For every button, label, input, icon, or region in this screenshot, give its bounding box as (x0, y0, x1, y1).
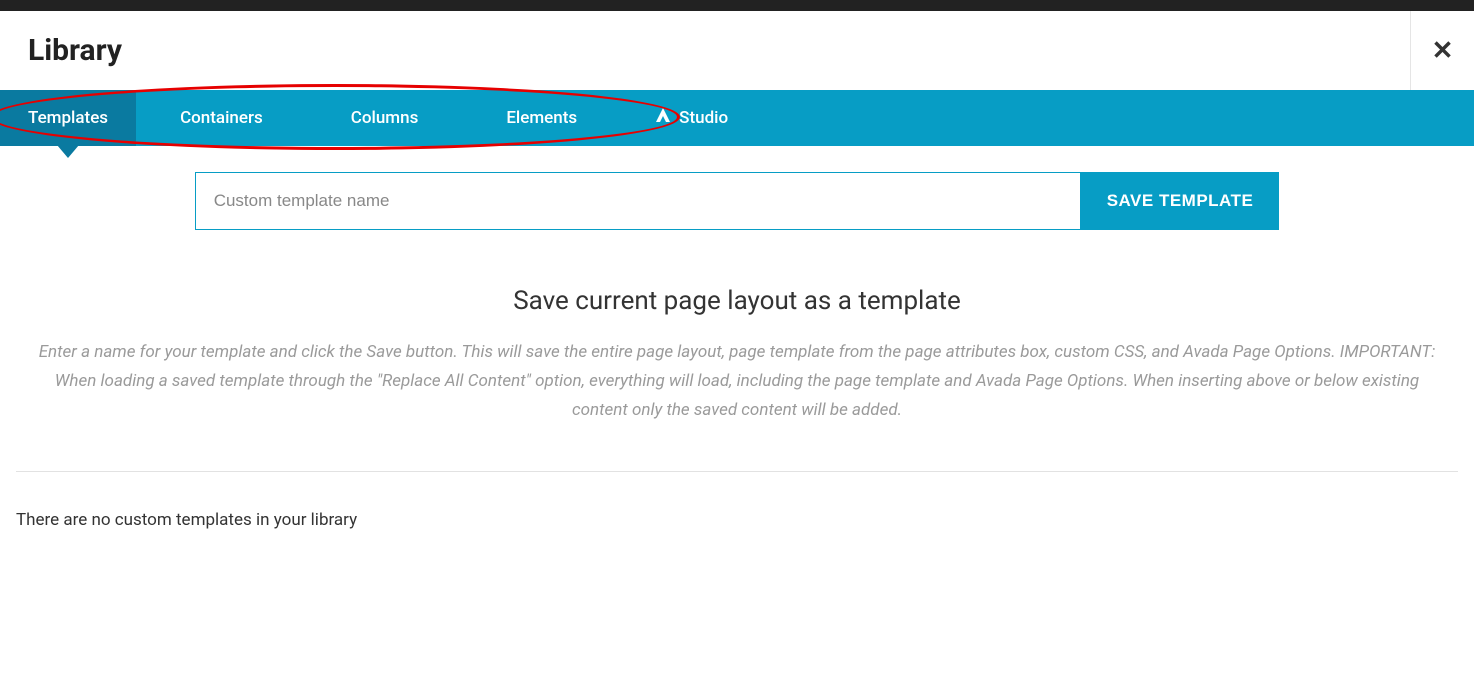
tab-label: Columns (351, 108, 419, 128)
tab-label: Templates (28, 108, 108, 128)
tabs-bar: Templates Containers Columns Elements St… (0, 90, 1474, 146)
content-area: Save Template Save current page layout a… (0, 172, 1474, 530)
app-top-bar (0, 0, 1474, 11)
tab-templates[interactable]: Templates (0, 90, 136, 146)
save-template-button[interactable]: Save Template (1081, 172, 1280, 230)
library-header: Library ✕ (0, 11, 1474, 90)
page-title: Library (28, 33, 122, 68)
empty-library-message: There are no custom templates in your li… (16, 510, 1458, 530)
close-icon[interactable]: ✕ (1432, 38, 1454, 64)
section-description: Enter a name for your template and click… (38, 338, 1436, 425)
studio-icon (655, 108, 671, 129)
tab-label: Studio (679, 108, 728, 128)
tab-containers[interactable]: Containers (136, 90, 307, 146)
template-name-input[interactable] (195, 172, 1081, 230)
tab-label: Containers (180, 108, 263, 128)
section-heading: Save current page layout as a template (16, 286, 1458, 316)
tab-columns[interactable]: Columns (307, 90, 463, 146)
close-region: ✕ (1410, 11, 1474, 90)
section-divider (16, 471, 1458, 472)
tab-label: Elements (506, 108, 577, 128)
tab-studio[interactable]: Studio (621, 90, 762, 146)
tab-elements[interactable]: Elements (462, 90, 621, 146)
save-template-row: Save Template (16, 172, 1458, 230)
